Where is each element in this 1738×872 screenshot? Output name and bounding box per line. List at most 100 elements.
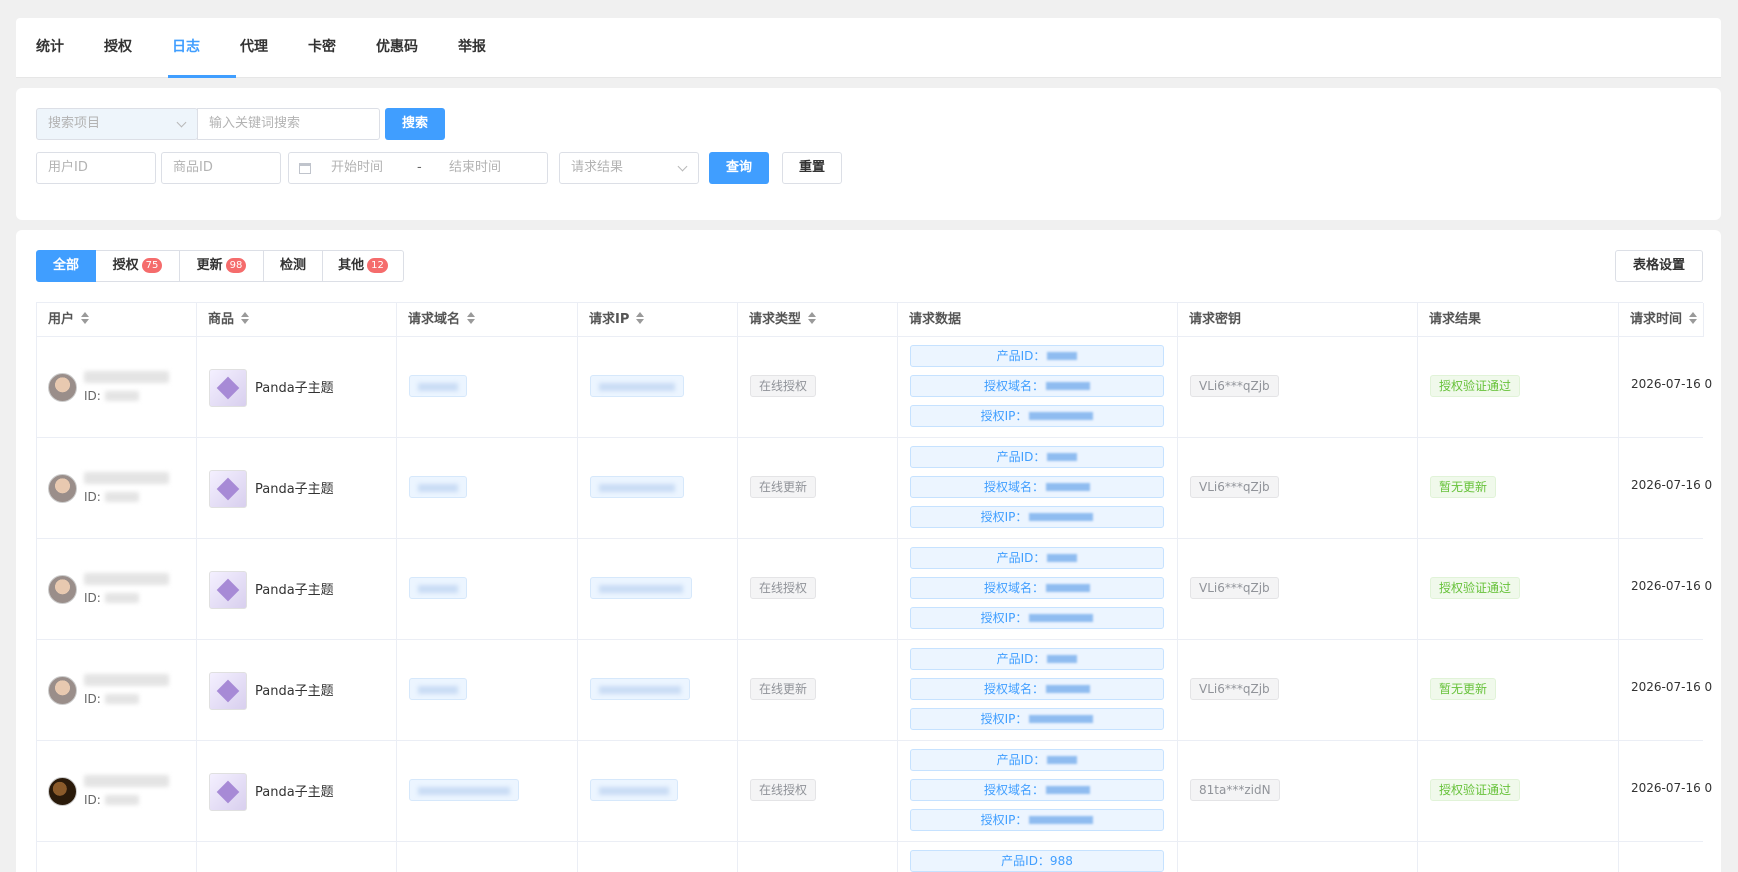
masked-username: [84, 371, 169, 383]
tab-card-key[interactable]: 卡密: [308, 18, 336, 78]
column-header-time[interactable]: 请求时间: [1619, 303, 1704, 337]
tab-coupon[interactable]: 优惠码: [376, 18, 418, 78]
request-key-tag: 81ta***zidN: [1190, 779, 1280, 801]
avatar: [48, 373, 77, 402]
masked-ip: [590, 476, 684, 498]
tab-statistics[interactable]: 统计: [36, 18, 64, 78]
search-item-placeholder: 搜索项目: [48, 116, 101, 131]
masked-domain: [409, 779, 519, 801]
column-header-ip[interactable]: 请求IP: [578, 303, 738, 337]
user-id-label: ID:: [84, 389, 139, 403]
request-key-tag: VLi6***qZjb: [1190, 678, 1279, 700]
table-settings-button[interactable]: 表格设置: [1615, 250, 1703, 282]
segment-check[interactable]: 检测: [264, 250, 323, 282]
masked-domain: [409, 375, 467, 397]
table-row: 产品ID：988: [37, 842, 1703, 872]
auth-domain-line: 授权域名：: [910, 577, 1164, 599]
chevron-down-icon: [677, 161, 688, 172]
masked-username: [84, 674, 169, 686]
masked-ip: [590, 779, 678, 801]
table-row: ID: Panda子主题 在线更新 产品ID： 授权域名： 授权IP： VLi6***…: [37, 640, 1712, 741]
segment-update[interactable]: 更新 98: [180, 250, 264, 282]
masked-domain: [409, 577, 467, 599]
reset-button[interactable]: 重置: [782, 152, 842, 184]
start-time-placeholder: 开始时间: [331, 160, 384, 175]
sort-icon[interactable]: [240, 312, 250, 324]
date-separator: -: [417, 160, 422, 175]
auth-ip-line: 授权IP：: [910, 607, 1164, 629]
auth-domain-line: 授权域名：: [910, 779, 1164, 801]
segment-other[interactable]: 其他 12: [323, 250, 404, 282]
request-time: 2026-07-16 0: [1631, 377, 1713, 391]
product-name: Panda子主题: [255, 482, 334, 497]
tab-logs[interactable]: 日志: [172, 18, 200, 78]
request-key-tag: VLi6***qZjb: [1190, 375, 1279, 397]
product-name: Panda子主题: [255, 381, 334, 396]
masked-username: [84, 573, 169, 585]
tab-report[interactable]: 举报: [458, 18, 486, 78]
tab-authorization[interactable]: 授权: [104, 18, 132, 78]
sort-icon[interactable]: [80, 312, 90, 324]
chevron-down-icon: [176, 117, 187, 128]
table-row: ID: Panda子主题 在线更新 产品ID： 授权域名： 授权IP： VLi6***…: [37, 438, 1712, 539]
table-row: ID: Panda子主题 在线授权 产品ID： 授权域名： 授权IP： VLi6***…: [37, 539, 1712, 640]
user-id-input[interactable]: 用户ID: [36, 152, 156, 184]
product-name: Panda子主题: [255, 684, 334, 699]
request-time: 2026-07-16 0: [1631, 680, 1713, 694]
sort-icon[interactable]: [466, 312, 476, 324]
product-id-line: 产品ID：: [910, 749, 1164, 771]
masked-username: [84, 472, 169, 484]
avatar: [48, 474, 77, 503]
product-id-line: 产品ID：: [910, 547, 1164, 569]
sort-icon[interactable]: [807, 312, 817, 324]
request-time: 2026-07-16 0: [1631, 579, 1713, 593]
product-thumbnail: [209, 672, 247, 710]
request-time: 2026-07-16 0: [1631, 781, 1713, 795]
avatar: [48, 777, 77, 806]
keyword-input[interactable]: 输入关键词搜索: [197, 108, 380, 140]
request-result-tag: 暂无更新: [1430, 476, 1497, 498]
product-thumbnail: [209, 369, 247, 407]
sort-icon[interactable]: [635, 312, 645, 324]
masked-domain: [409, 678, 467, 700]
table-row: ID: Panda子主题 在线授权 产品ID： 授权域名： 授权IP： VLi6***…: [37, 337, 1712, 438]
count-badge: 12: [367, 258, 388, 273]
auth-ip-line: 授权IP：: [910, 708, 1164, 730]
auth-ip-line: 授权IP：: [910, 809, 1164, 831]
avatar: [48, 676, 77, 705]
count-badge: 98: [225, 258, 247, 273]
avatar: [48, 575, 77, 604]
product-id-line: 产品ID：988: [910, 850, 1164, 872]
result-placeholder: 请求结果: [571, 160, 624, 175]
product-thumbnail: [209, 470, 247, 508]
product-thumbnail: [209, 571, 247, 609]
result-select[interactable]: 请求结果: [559, 152, 699, 184]
request-type-tag: 在线更新: [750, 678, 817, 700]
masked-ip: [590, 375, 684, 397]
segment-all[interactable]: 全部: [36, 250, 96, 282]
request-result-tag: 授权验证通过: [1430, 779, 1521, 801]
search-item-select[interactable]: 搜索项目: [36, 108, 198, 140]
masked-username: [84, 775, 169, 787]
column-header-domain[interactable]: 请求域名: [397, 303, 578, 337]
column-header-type[interactable]: 请求类型: [738, 303, 898, 337]
product-id-input[interactable]: 商品ID: [161, 152, 281, 184]
product-name: Panda子主题: [255, 785, 334, 800]
request-result-tag: 授权验证通过: [1430, 375, 1521, 397]
masked-domain: [409, 476, 467, 498]
product-id-line: 产品ID：: [910, 446, 1164, 468]
user-id-label: ID:: [84, 793, 139, 807]
date-range-picker[interactable]: 开始时间 - 结束时间: [288, 152, 548, 184]
column-header-key: 请求密钥: [1178, 303, 1418, 337]
tab-agent[interactable]: 代理: [240, 18, 268, 78]
auth-domain-line: 授权域名：: [910, 678, 1164, 700]
user-id-label: ID:: [84, 591, 139, 605]
table-header: 用户 商品 请求域名 请求IP 请求类型 请求数据 请求密钥 请求结果 请求时间: [37, 303, 1704, 337]
sort-icon[interactable]: [1688, 312, 1698, 324]
column-header-user[interactable]: 用户: [37, 303, 197, 337]
user-id-label: ID:: [84, 490, 139, 504]
column-header-product[interactable]: 商品: [197, 303, 397, 337]
search-button[interactable]: 搜索: [385, 108, 445, 140]
query-button[interactable]: 查询: [709, 152, 769, 184]
segment-authorization[interactable]: 授权 75: [96, 250, 180, 282]
